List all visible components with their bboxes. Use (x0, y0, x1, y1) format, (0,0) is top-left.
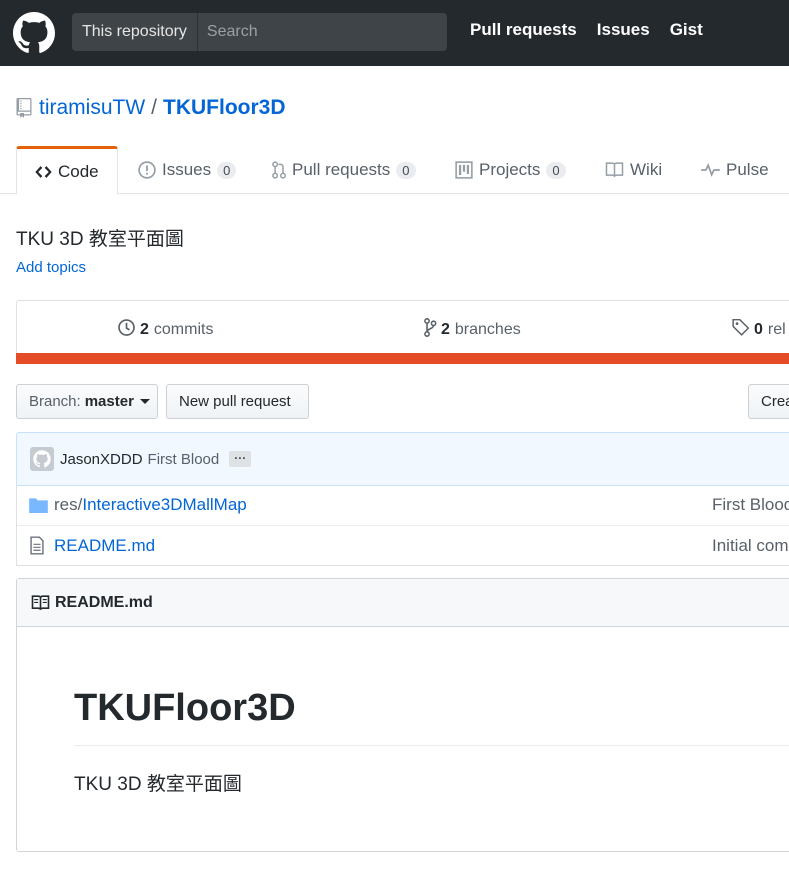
tab-projects-counter: 0 (546, 161, 566, 179)
branches-summary[interactable]: 2 branches (423, 318, 521, 342)
readme-header: README.md (17, 579, 789, 627)
readme-panel: README.md TKUFloor3D TKU 3D 教室平面圖 (16, 578, 789, 852)
book-icon (605, 162, 624, 178)
tab-pull-requests-counter: 0 (396, 161, 416, 179)
file-row: README.md Initial com (17, 525, 789, 565)
commits-count: 2 (140, 321, 149, 338)
tab-issues-label: Issues (162, 160, 212, 179)
avatar[interactable] (30, 447, 54, 471)
top-nav-pull-requests[interactable]: Pull requests (470, 20, 577, 40)
search-input[interactable] (197, 13, 447, 51)
repo-description: TKU 3D 教室平面圖 (16, 229, 184, 250)
tab-projects[interactable]: Projects 0 (455, 146, 566, 194)
readme-title: TKUFloor3D (74, 687, 296, 729)
commit-expand-button[interactable]: ··· (229, 451, 252, 467)
repo-summary: 2 commits 2 branches 0 rel (16, 300, 789, 364)
search-scope-label: This repository (72, 13, 198, 51)
branches-label: branches (454, 321, 521, 338)
repo-nav-tabs: Code Issues 0 Pull requests 0 Projects 0… (0, 146, 789, 195)
global-header: This repository Pull requests Issues Gis… (0, 0, 789, 66)
search-box: This repository (72, 13, 447, 51)
readme-divider (74, 745, 789, 746)
branches-count: 2 (441, 321, 450, 338)
readme-filename: README.md (55, 593, 153, 611)
code-icon (35, 165, 52, 179)
file-row: res/Interactive3DMallMap First Blood (17, 485, 789, 525)
repo-icon (16, 98, 32, 118)
tab-code-label: Code (58, 161, 99, 181)
history-icon (117, 318, 136, 342)
releases-summary[interactable]: 0 rel (732, 318, 786, 341)
pull-request-icon (271, 161, 286, 179)
file-commit-message[interactable]: First Blood (712, 495, 789, 515)
top-nav-gist[interactable]: Gist (670, 20, 703, 40)
tab-issues[interactable]: Issues 0 (138, 146, 237, 194)
commit-message-link[interactable]: First Blood (148, 451, 220, 468)
releases-label: rel (767, 320, 786, 338)
top-nav-issues[interactable]: Issues (597, 20, 650, 40)
file-commit-message[interactable]: Initial com (712, 536, 789, 556)
github-logo-icon[interactable] (13, 12, 55, 54)
language-bar (16, 353, 789, 364)
folder-icon (29, 497, 49, 513)
tab-code[interactable]: Code (16, 146, 118, 195)
branch-select-button[interactable]: Branch: master (16, 384, 158, 419)
create-new-file-button[interactable]: Crea (748, 384, 789, 419)
commit-author-link[interactable]: JasonXDDD (60, 451, 143, 468)
tab-pulse-label: Pulse (726, 160, 769, 179)
branch-name: master (84, 393, 134, 410)
tab-wiki[interactable]: Wiki (605, 146, 662, 194)
issue-icon (138, 161, 156, 179)
repo-name-link[interactable]: TKUFloor3D (163, 96, 286, 120)
readme-body: TKU 3D 教室平面圖 (74, 774, 242, 795)
caret-down-icon (139, 399, 150, 404)
top-nav: Pull requests Issues Gist (470, 20, 703, 40)
repo-owner-link[interactable]: tiramisuTW (39, 96, 145, 120)
repo-path-separator: / (151, 96, 158, 119)
add-topics-link[interactable]: Add topics (16, 259, 86, 276)
commits-label: commits (153, 321, 214, 338)
tab-wiki-label: Wiki (630, 160, 663, 179)
pulse-icon (701, 163, 720, 177)
repo-title: tiramisuTW / TKUFloor3D (16, 96, 286, 120)
file-link[interactable]: res/Interactive3DMallMap (54, 495, 247, 515)
file-list: res/Interactive3DMallMap First Blood REA… (16, 485, 789, 566)
tab-pull-requests-label: Pull requests (292, 160, 391, 179)
tab-projects-label: Projects (479, 160, 541, 179)
file-link[interactable]: README.md (54, 536, 155, 556)
book-icon (31, 594, 50, 611)
branch-icon (423, 318, 437, 342)
file-text-icon (29, 536, 49, 555)
tab-pulse[interactable]: Pulse (701, 146, 769, 194)
tab-issues-counter: 0 (217, 161, 237, 179)
tag-icon (732, 318, 750, 341)
branch-prefix: Branch: (29, 393, 81, 410)
github-logo-icon (33, 450, 51, 468)
releases-count: 0 (754, 320, 763, 338)
project-icon (455, 161, 473, 179)
new-pull-request-button[interactable]: New pull request (166, 384, 309, 419)
commits-summary[interactable]: 2 commits (117, 318, 213, 342)
latest-commit-bar: JasonXDDD First Blood ··· (16, 432, 789, 486)
tab-pull-requests[interactable]: Pull requests 0 (271, 146, 416, 194)
